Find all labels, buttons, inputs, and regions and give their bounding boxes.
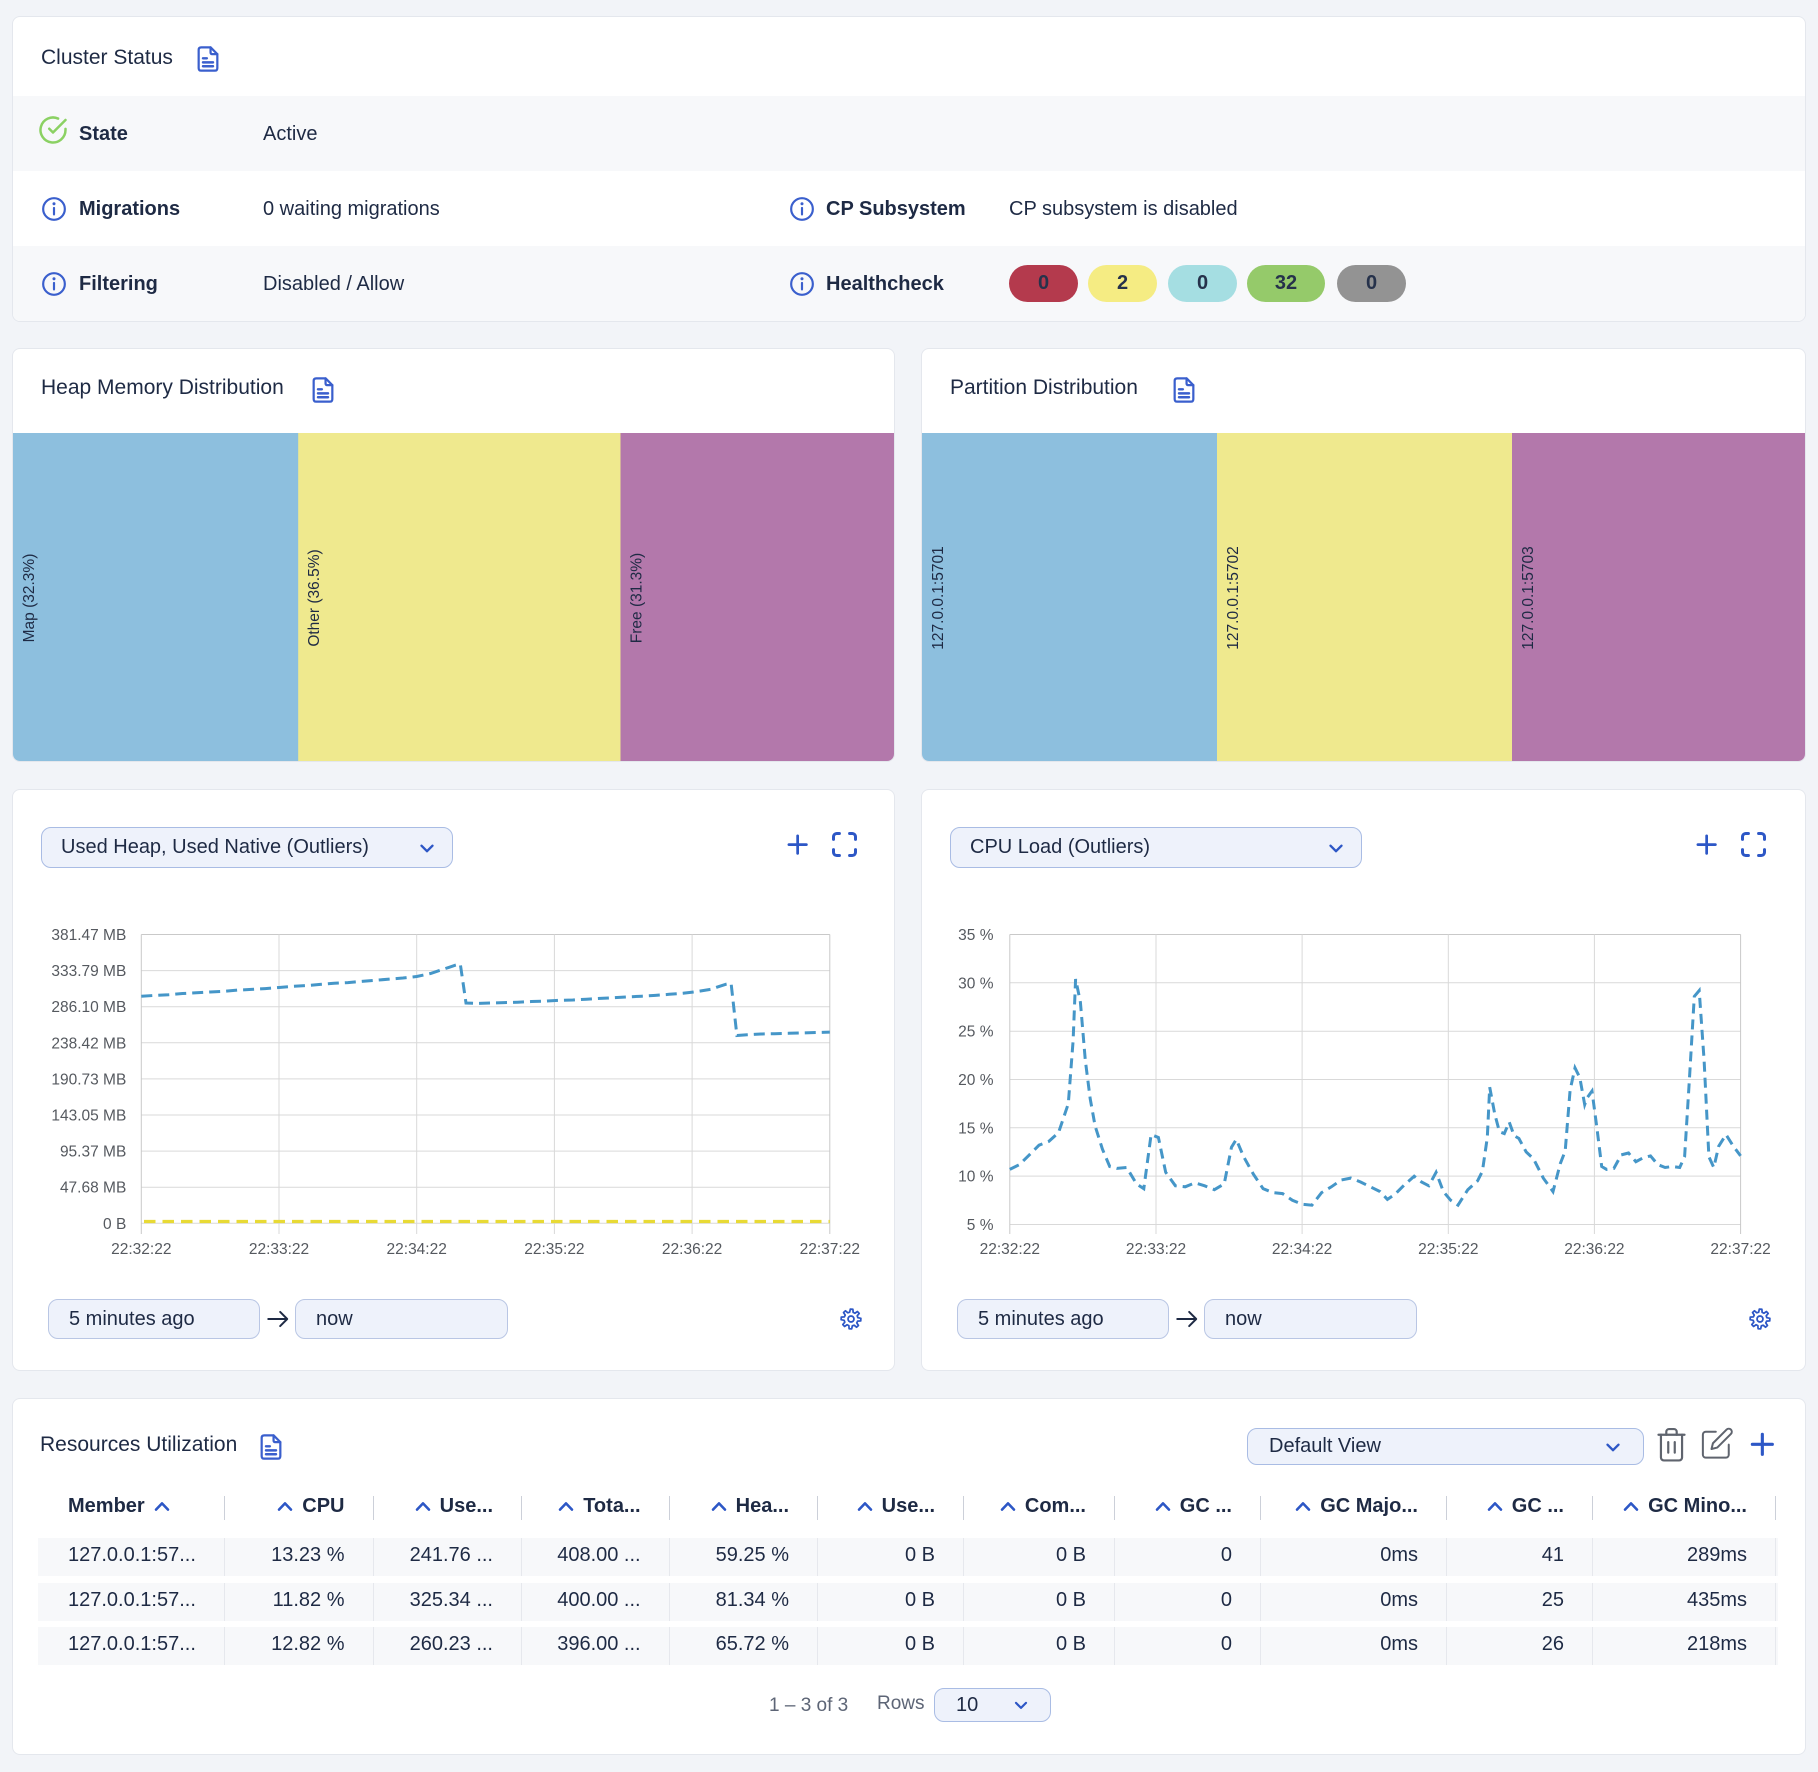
svg-text:127.0.0.1:5701: 127.0.0.1:5701 [930,546,947,649]
svg-text:22:37:22: 22:37:22 [1710,1241,1770,1258]
svg-text:47.68 MB: 47.68 MB [60,1180,126,1197]
svg-text:20 %: 20 % [958,1072,994,1089]
svg-text:238.42 MB: 238.42 MB [51,1035,126,1052]
svg-text:5 %: 5 % [967,1217,994,1234]
svg-text:22:33:22: 22:33:22 [249,1241,309,1258]
svg-text:25 %: 25 % [958,1024,994,1041]
svg-text:Free (31.3%): Free (31.3%) [629,553,646,643]
svg-text:381.47 MB: 381.47 MB [51,927,126,944]
svg-text:15 %: 15 % [958,1120,994,1137]
svg-text:22:36:22: 22:36:22 [662,1241,722,1258]
svg-text:10 %: 10 % [958,1169,994,1186]
svg-text:30 %: 30 % [958,975,994,992]
svg-text:22:33:22: 22:33:22 [1126,1241,1186,1258]
svg-text:22:36:22: 22:36:22 [1564,1241,1624,1258]
svg-text:35 %: 35 % [958,927,994,944]
svg-text:22:34:22: 22:34:22 [387,1241,447,1258]
svg-text:Other (36.5%): Other (36.5%) [306,549,323,646]
svg-text:22:34:22: 22:34:22 [1272,1241,1332,1258]
svg-text:95.37 MB: 95.37 MB [60,1144,126,1161]
svg-text:190.73 MB: 190.73 MB [51,1071,126,1088]
svg-text:286.10 MB: 286.10 MB [51,999,126,1016]
svg-text:22:32:22: 22:32:22 [111,1241,171,1258]
svg-text:22:37:22: 22:37:22 [800,1241,860,1258]
svg-text:22:35:22: 22:35:22 [1418,1241,1478,1258]
svg-text:333.79 MB: 333.79 MB [51,963,126,980]
svg-text:127.0.0.1:5702: 127.0.0.1:5702 [1225,546,1242,649]
svg-text:22:35:22: 22:35:22 [524,1241,584,1258]
svg-text:22:32:22: 22:32:22 [980,1241,1040,1258]
svg-text:0 B: 0 B [103,1216,126,1233]
svg-text:143.05 MB: 143.05 MB [51,1108,126,1125]
svg-text:127.0.0.1:5703: 127.0.0.1:5703 [1520,546,1537,649]
svg-text:Map (32.3%): Map (32.3%) [21,554,38,643]
